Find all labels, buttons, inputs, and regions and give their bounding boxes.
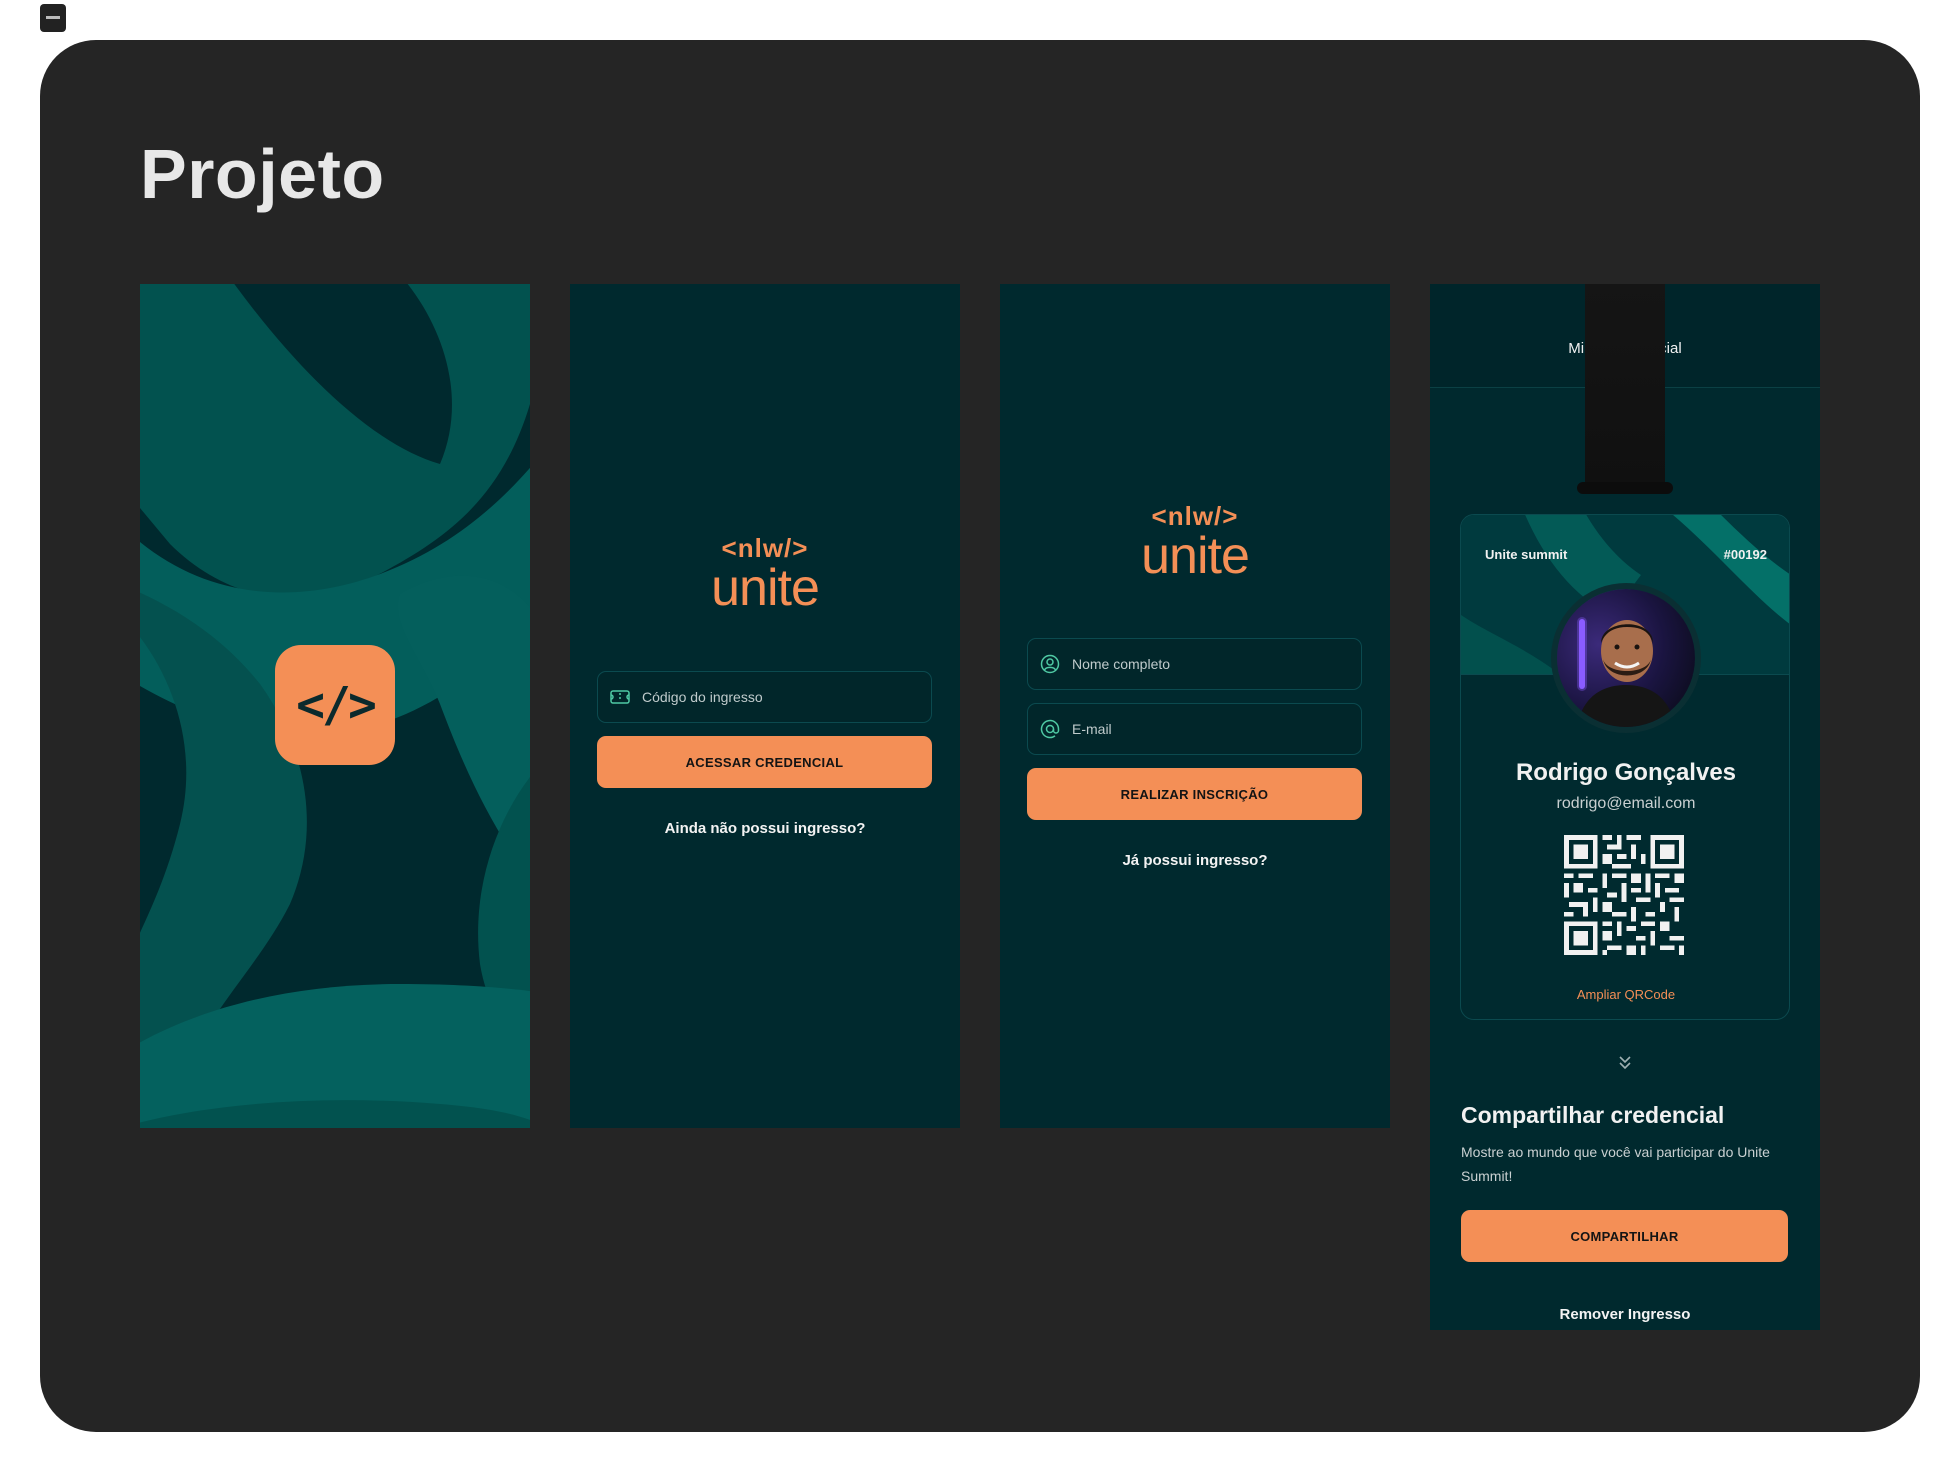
full-name-field[interactable] (1027, 638, 1362, 690)
at-sign-icon (1040, 719, 1060, 739)
attendee-email: rodrigo@email.com (1556, 795, 1696, 812)
remove-ticket-link[interactable]: Remover Ingresso (1430, 1306, 1820, 1323)
credential-screen: Minha credencial Unite summit #00192 (1430, 284, 1820, 1330)
expand-qrcode-link[interactable]: Ampliar QRCode (1461, 987, 1789, 1002)
user-circle-icon (1040, 654, 1060, 674)
project-board: Projeto </> <nlw/> unite ACESSAR CREDENC… (40, 40, 1920, 1432)
email-field[interactable] (1027, 703, 1362, 755)
nlw-unite-logo: <nlw/> unite (1141, 501, 1250, 585)
ticket-number: #00192 (1723, 547, 1767, 562)
share-button[interactable]: COMPARTILHAR (1461, 1210, 1788, 1262)
qr-code (1564, 835, 1684, 955)
app-code-icon: </> (275, 645, 395, 765)
splash-screen: </> (140, 284, 530, 1128)
full-name-input[interactable] (1072, 656, 1332, 672)
frame-icon (40, 4, 66, 32)
no-ticket-link[interactable]: Ainda não possui ingresso? (570, 820, 960, 837)
lanyard-strap (1585, 284, 1665, 490)
login-screen: <nlw/> unite ACESSAR CREDENCIAL Ainda nã… (570, 284, 960, 1128)
chevrons-down-icon (1619, 1056, 1631, 1070)
register-screen: <nlw/> unite REALIZAR INSCRIÇÃO Já possu… (1000, 284, 1390, 1128)
register-button[interactable]: REALIZAR INSCRIÇÃO (1027, 768, 1362, 820)
email-input[interactable] (1072, 721, 1332, 737)
credential-card: Unite summit #00192 Rodrigo Gonçalves ro… (1460, 514, 1790, 1020)
ticket-code-field[interactable] (597, 671, 932, 723)
avatar (1551, 583, 1701, 733)
ticket-icon (610, 690, 630, 704)
page-title: Projeto (140, 135, 385, 213)
nlw-unite-logo: <nlw/> unite (711, 533, 820, 617)
has-ticket-link[interactable]: Já possui ingresso? (1000, 852, 1390, 869)
access-credential-button[interactable]: ACESSAR CREDENCIAL (597, 736, 932, 788)
attendee-name: Rodrigo Gonçalves (1515, 759, 1737, 786)
lanyard-clip (1577, 482, 1673, 494)
ticket-code-input[interactable] (642, 689, 902, 705)
share-description: Mostre ao mundo que você vai participar … (1461, 1144, 1770, 1184)
event-name: Unite summit (1485, 547, 1568, 562)
share-title: Compartilhar credencial (1461, 1102, 1725, 1128)
